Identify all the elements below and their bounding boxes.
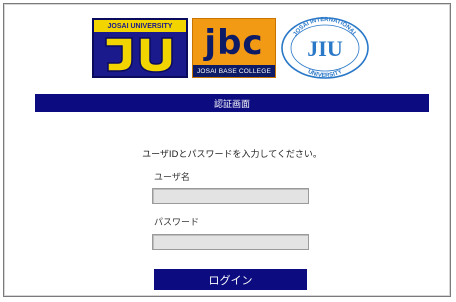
page-title: 認証画面 <box>213 99 250 110</box>
password-label: パスワード <box>154 218 200 228</box>
login-button[interactable]: ログイン <box>154 269 307 290</box>
ju-letters-mark <box>105 37 173 73</box>
jbc-caption: JOSAI BASE COLLEGE <box>193 65 275 77</box>
josai-university-logo: JOSAI UNIVERSITY <box>92 18 188 78</box>
jbc-mark: jbc <box>204 23 264 63</box>
page-frame: JOSAI UNIVERSITY jbc JOSAI BASE COLLEGE … <box>3 3 451 297</box>
login-instruction: ユーザIDとパスワードを入力してください。 <box>142 150 322 160</box>
ju-logo-top-text: JOSAI UNIVERSITY <box>94 20 186 32</box>
username-label: ユーザ名 <box>154 173 190 183</box>
josai-international-university-logo: JOSAI INTERNATIONAL UNIVERSITY JIU <box>281 17 369 79</box>
josai-base-college-logo: jbc JOSAI BASE COLLEGE <box>192 18 276 78</box>
jiu-mark: JIU <box>307 36 343 61</box>
auth-screen-title-bar: 認証画面 <box>35 94 429 112</box>
username-input[interactable] <box>152 188 309 204</box>
password-input[interactable] <box>152 234 309 250</box>
